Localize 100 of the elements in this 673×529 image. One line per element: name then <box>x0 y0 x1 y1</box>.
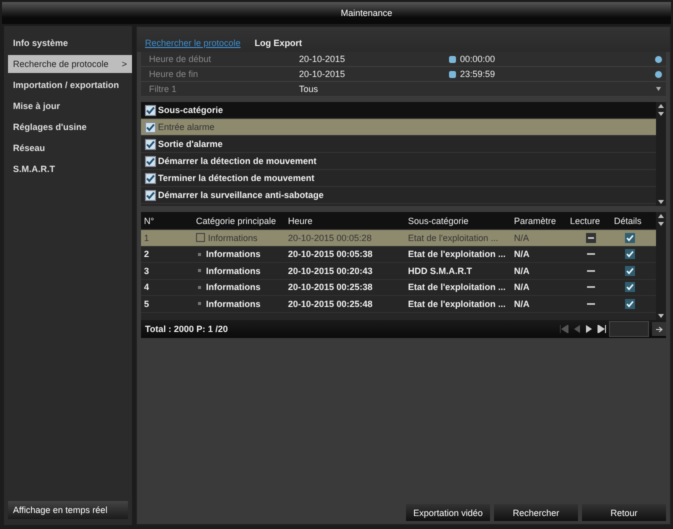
table-row[interactable]: 2 Informations 20-10-2015 00:05:38 Etat de l'exploitation ... N/A <box>141 246 656 263</box>
category-icon <box>198 252 201 256</box>
table-cell-text: N/A <box>513 298 530 309</box>
checklist-row[interactable]: Terminer la détection de mouvement <box>141 170 656 187</box>
table-cell-text: N/A <box>513 266 530 276</box>
pager-icon[interactable] <box>560 325 606 333</box>
table-cell-text: 20-10-2015 00:25:48 <box>287 298 374 309</box>
go-button[interactable] <box>652 322 666 336</box>
checklist-row[interactable]: Entrée alarme <box>141 119 656 136</box>
date-field[interactable]: 20-10-2015 <box>299 69 449 79</box>
calendar-icon[interactable] <box>449 56 456 62</box>
date-field[interactable]: 20-10-2015 <box>299 54 449 64</box>
clock-icon[interactable] <box>655 70 662 78</box>
column-header[interactable]: Heure <box>285 216 405 226</box>
scroll-down-icon[interactable] <box>658 200 664 204</box>
checkbox[interactable] <box>145 156 156 166</box>
table-cell-text: Etat de l'exploitation ... <box>407 282 507 292</box>
calendar-icon[interactable] <box>449 70 456 78</box>
checklist-row[interactable]: Sous-catégorie <box>141 102 656 119</box>
table-cell: Informations <box>206 266 261 276</box>
sidebar-item[interactable]: Mise à jour <box>8 97 132 115</box>
table-row[interactable]: 3 Informations 20-10-2015 00:20:43 HDD S.M.A.R.T N/A <box>141 263 656 280</box>
table-cell-text: 2 <box>143 249 150 260</box>
dash-icon[interactable] <box>586 270 594 272</box>
checklist-label: Démarrer la surveillance anti-sabotage <box>158 190 324 200</box>
total-count: Total : 2000 P: 1 /20 <box>145 324 228 334</box>
check-icon[interactable] <box>624 298 634 309</box>
check-icon[interactable] <box>624 232 634 243</box>
table-row[interactable]: 1 Informations 20-10-2015 00:05:28 Etat de l'exploitation ... N/A <box>141 230 656 246</box>
scrollbar[interactable] <box>656 212 666 320</box>
checklist-row[interactable]: Démarrer la surveillance anti-sabotage <box>141 187 656 204</box>
sidebar-item[interactable]: Réglages d'usine <box>8 118 132 136</box>
table-cell-text: Etat de l'exploitation ... <box>407 298 507 309</box>
table-cell: Informations <box>206 249 261 260</box>
check-icon[interactable] <box>624 266 634 276</box>
checkbox[interactable] <box>145 172 156 184</box>
scroll-arrows-icon[interactable] <box>658 214 664 226</box>
clock-icon[interactable] <box>655 56 662 62</box>
table-cell-text: HDD S.M.A.R.T <box>407 266 473 276</box>
check-icon[interactable] <box>624 249 634 260</box>
action-button[interactable]: Retour <box>582 504 666 521</box>
table-cell-text: N/A <box>513 282 530 292</box>
page-input-field[interactable] <box>609 321 649 337</box>
filter-dropdown[interactable]: Tous <box>299 84 666 94</box>
category-icon <box>196 233 205 242</box>
checklist-label: Terminer la détection de mouvement <box>158 173 314 183</box>
action-button[interactable]: Rechercher <box>494 504 578 521</box>
checkbox[interactable] <box>145 190 156 200</box>
table-cell-text: N/A <box>513 249 530 260</box>
dash-icon[interactable] <box>586 253 594 256</box>
checklist-label: Sous-catégorie <box>158 105 224 115</box>
action-button[interactable]: Exportation vidéo <box>406 504 490 521</box>
checklist-label: Démarrer la détection de mouvement <box>158 156 317 166</box>
table-cell: Informations <box>206 282 261 292</box>
column-header[interactable]: Sous-catégorie <box>405 216 511 226</box>
dash-icon[interactable] <box>586 286 594 288</box>
live-view-button[interactable]: Affichage en temps réel <box>8 501 128 519</box>
tab[interactable]: Log Export <box>252 37 304 49</box>
table-cell-text: 1 <box>143 232 150 243</box>
table-cell-text: 20-10-2015 00:20:43 <box>287 266 374 276</box>
table-cell-text: Etat de l'exploitation ... <box>407 249 507 260</box>
sidebar-item[interactable]: S.M.A.R.T <box>8 160 132 178</box>
sidebar-item[interactable]: Recherche de protocole > <box>8 55 132 73</box>
table-cell-text: Etat de l'exploitation ... <box>407 232 500 243</box>
table-cell-text: 20-10-2015 00:25:38 <box>287 282 374 292</box>
column-header[interactable]: Paramètre <box>511 216 567 226</box>
table-cell-text: 3 <box>143 266 150 276</box>
checkbox[interactable] <box>145 104 156 116</box>
dash-icon[interactable] <box>586 302 594 305</box>
arrow-icon <box>656 326 662 332</box>
dash-icon[interactable] <box>586 232 596 243</box>
table-cell-text: 4 <box>143 282 150 292</box>
checklist-row[interactable]: Démarrer la détection de mouvement <box>141 153 656 170</box>
table-row[interactable]: 5 Informations 20-10-2015 00:25:48 Etat de l'exploitation ... N/A <box>141 296 656 312</box>
table-cell: Informations <box>206 298 261 309</box>
scroll-down-icon[interactable] <box>658 314 664 318</box>
sidebar-item[interactable]: Importation / exportation <box>8 76 132 94</box>
checkbox[interactable] <box>145 122 156 132</box>
sidebar-item[interactable]: Info système <box>8 34 132 52</box>
checklist-label: Sortie d'alarme <box>158 139 223 149</box>
field-label: Heure de début <box>148 54 212 64</box>
sidebar-item[interactable]: Réseau <box>8 139 132 157</box>
scroll-arrows-icon[interactable] <box>658 104 664 116</box>
checkbox[interactable] <box>145 138 156 150</box>
table-row[interactable]: 4 Informations 20-10-2015 00:25:38 Etat de l'exploitation ... N/A <box>141 280 656 296</box>
category-icon <box>198 269 201 272</box>
column-header[interactable]: Catégorie principale <box>193 216 285 226</box>
table-cell-text: N/A <box>513 232 530 243</box>
column-header[interactable]: N° <box>141 216 193 226</box>
checklist-row[interactable]: Sortie d'alarme <box>141 136 656 153</box>
column-header[interactable]: Détails <box>611 216 645 226</box>
column-header[interactable]: Lecture <box>567 216 611 226</box>
table-cell-text: 5 <box>143 298 150 309</box>
tab[interactable]: Rechercher le protocole <box>143 37 243 49</box>
time-field[interactable]: 00:00:00 <box>460 54 496 64</box>
scrollbar[interactable] <box>656 102 666 206</box>
table-cell-text: 20-10-2015 00:05:38 <box>287 249 374 260</box>
category-icon <box>198 302 201 306</box>
check-icon[interactable] <box>624 282 634 292</box>
time-field[interactable]: 23:59:59 <box>460 69 496 79</box>
